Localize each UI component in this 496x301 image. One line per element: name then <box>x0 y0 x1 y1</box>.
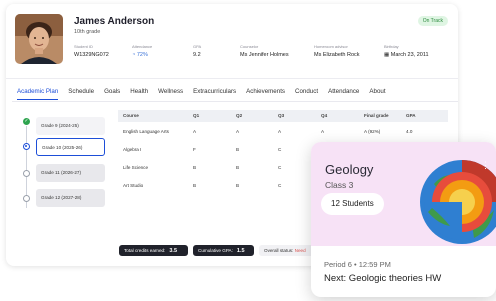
table-cell: 4.0 <box>406 129 413 134</box>
table-cell: A <box>236 129 240 134</box>
field-label: Student ID <box>74 44 93 49</box>
timeline-item-grade-10[interactable]: Grade 10 (2025-26) <box>36 138 105 156</box>
table-cell: A <box>193 129 197 134</box>
gpa-value: 1.5 <box>236 248 245 254</box>
progress-ring-icon: ◔ <box>132 52 136 58</box>
tab-schedule[interactable]: Schedule <box>68 88 94 100</box>
timeline-item-grade-9[interactable]: Grade 9 (2024-25) <box>36 117 105 135</box>
current-step-icon <box>23 143 30 150</box>
student-grade: 10th grade <box>74 29 101 35</box>
column-header: Q4 <box>321 113 328 118</box>
field-label: Attendance <box>132 44 153 49</box>
gpa-label: Cumulative GPA: <box>198 248 233 253</box>
overall-status-pill: Overall status: Need <box>259 245 317 256</box>
credits-label: Total credits earned: <box>124 248 166 253</box>
status-badge: On Track <box>417 16 448 26</box>
student-id-field: Student ID W1329NG072 <box>74 44 109 58</box>
tab-conduct[interactable]: Conduct <box>295 88 318 100</box>
credits-value: 3.5 <box>169 248 178 254</box>
table-cell: B <box>236 183 240 188</box>
tab-bar: Academic Plan Schedule Goals Health Well… <box>17 88 396 100</box>
homeroom-field: Homeroom advisor Ms Elizabeth Rock <box>314 44 360 58</box>
table-cell: B <box>193 183 197 188</box>
pending-step-icon <box>23 195 30 202</box>
calendar-icon: ▦ <box>384 52 390 58</box>
table-cell: C <box>278 183 282 188</box>
table-cell: Life Science <box>123 165 149 170</box>
table-cell: F <box>193 147 196 152</box>
timeline-item-grade-12[interactable]: Grade 12 (2027-28) <box>36 189 105 207</box>
column-header: Course <box>123 113 139 118</box>
table-cell: A <box>321 129 325 134</box>
kebab-menu-icon[interactable]: ⋮ <box>481 160 490 171</box>
tab-academic-plan[interactable]: Academic Plan <box>17 88 59 100</box>
column-header: Final grade <box>364 113 389 118</box>
class-title: Geology <box>325 162 374 177</box>
column-header: Q2 <box>236 113 243 118</box>
field-value: Ms Elizabeth Rock <box>314 52 360 58</box>
column-header: GPA <box>406 113 416 118</box>
check-icon: ✓ <box>23 118 30 125</box>
students-count-chip[interactable]: 12 Students <box>321 193 384 215</box>
table-cell: A <box>278 129 282 134</box>
table-cell: B <box>236 165 240 170</box>
attendance-value: 72% <box>136 52 148 58</box>
gpa-field: GPA 9.2 <box>193 44 201 58</box>
cumulative-gpa-pill: Cumulative GPA: 1.5 <box>193 245 254 256</box>
field-label: GPA <box>193 44 202 49</box>
table-cell: C <box>278 165 282 170</box>
column-header: Q3 <box>278 113 285 118</box>
column-header: Q1 <box>193 113 200 118</box>
attendance-field: Attendance ◔ 72% <box>132 44 152 58</box>
table-cell: Art Studio <box>123 183 144 188</box>
field-value: 9.2 <box>193 52 201 58</box>
counselor-field: Counselor Ms Jennifer Holmes <box>240 44 289 58</box>
tab-attendance[interactable]: Attendance <box>328 88 359 100</box>
pending-step-icon <box>23 170 30 177</box>
table-cell: A (92%) <box>364 129 381 134</box>
field-label: Counselor <box>240 44 259 49</box>
student-name: James Anderson <box>74 16 155 27</box>
tab-goals[interactable]: Goals <box>104 88 120 100</box>
field-value: Ms Jennifer Holmes <box>240 52 289 58</box>
tab-extracurriculars[interactable]: Extracurriculars <box>193 88 236 100</box>
class-period: Period 6 • 12:59 PM <box>324 260 391 269</box>
tab-wellness[interactable]: Wellness <box>158 88 183 100</box>
table-cell: Algebra I <box>123 147 142 152</box>
next-assignment: Next: Geologic theories HW <box>324 273 442 284</box>
overall-value: Need <box>294 248 306 253</box>
timeline-item-grade-11[interactable]: Grade 11 (2026-27) <box>36 164 105 182</box>
field-label: Birthday <box>384 44 399 49</box>
table-cell: C <box>278 147 282 152</box>
total-credits-pill: Total credits earned: 3.5 <box>119 245 188 256</box>
birthday-value: March 23, 2011 <box>390 52 429 58</box>
header-divider <box>6 78 458 79</box>
field-label: Homeroom advisor <box>314 44 348 49</box>
tab-health[interactable]: Health <box>130 88 148 100</box>
table-cell: English Language Arts <box>123 129 169 134</box>
table-cell: B <box>236 147 240 152</box>
avatar <box>15 14 63 64</box>
tabs-underline <box>12 101 458 102</box>
birthday-field: Birthday ▦ March 23, 2011 <box>384 44 429 58</box>
field-value: W1329NG072 <box>74 52 109 58</box>
overall-label: Overall status: <box>264 248 294 253</box>
profile-header: James Anderson 10th grade On Track Stude… <box>6 4 458 74</box>
tab-about[interactable]: About <box>369 88 385 100</box>
table-cell: B <box>193 165 197 170</box>
field-value: ▦ March 23, 2011 <box>384 52 429 58</box>
field-value: ◔ 72% <box>132 52 152 58</box>
geology-class-card[interactable]: Geology Class 3 12 Students ⋮ Period 6 •… <box>311 142 496 297</box>
class-subtitle: Class 3 <box>325 180 354 190</box>
tab-achievements[interactable]: Achievements <box>246 88 285 100</box>
